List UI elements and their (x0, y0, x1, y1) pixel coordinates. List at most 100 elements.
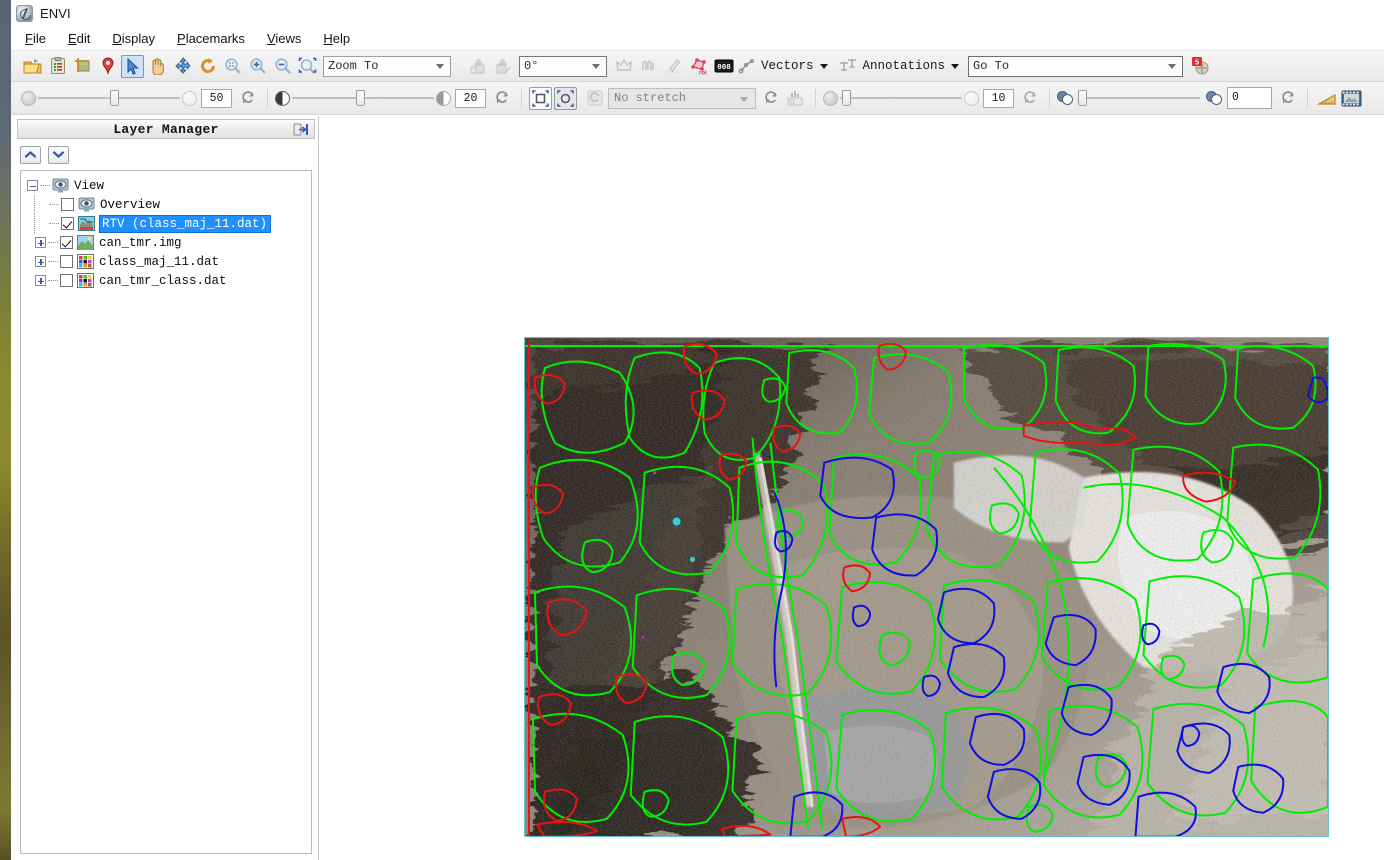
transparency-value[interactable]: 50 (201, 88, 232, 108)
move-layer-down-button[interactable] (48, 145, 69, 164)
layer-row-can-tmr-img[interactable]: can_tmr.img (21, 233, 311, 252)
select-cursor-icon[interactable] (121, 54, 144, 78)
svg-text:roi: roi (699, 71, 707, 76)
window-title: ENVI (40, 5, 71, 21)
reset-blend-icon[interactable] (1279, 89, 1297, 107)
dock-pin-icon[interactable] (293, 122, 309, 137)
transparency-slider[interactable] (38, 90, 180, 106)
expand-class-maj-11-icon[interactable] (35, 256, 46, 267)
stretch-on-extent-icon[interactable] (554, 86, 577, 110)
vectors-chevron-down-icon[interactable] (819, 63, 828, 69)
zoom-in-icon[interactable] (246, 55, 269, 78)
zoom-out-icon[interactable] (271, 55, 294, 78)
sharpen-slider-group[interactable]: 10 (823, 88, 1042, 108)
crown-annotation-icon[interactable] (612, 55, 635, 78)
layer-tree[interactable]: View Overview RTV (class_maj_11.dat) can… (20, 170, 312, 854)
menu-placemarks[interactable]: Placemarks (177, 29, 257, 48)
pencil-measure-icon[interactable] (662, 55, 685, 78)
sharpen-slider-thumb[interactable] (842, 90, 851, 106)
menu-help[interactable]: Help (323, 29, 362, 48)
histogram-icon[interactable] (783, 87, 806, 110)
brightness-slider-thumb[interactable] (356, 90, 365, 106)
previous-view-icon[interactable] (466, 55, 489, 78)
annotations-chevron-down-icon[interactable] (951, 63, 960, 69)
expand-can-tmr-class-icon[interactable] (35, 275, 46, 286)
stretch-type-value: No stretch (614, 91, 687, 105)
desktop-wallpaper-strip (0, 0, 11, 860)
layer-label-class-maj-11: class_maj_11.dat (99, 254, 220, 269)
sharpen-slider[interactable] (840, 90, 962, 106)
zoom-to-combo[interactable]: Zoom To (323, 55, 451, 77)
blend-slider-group[interactable]: 0 (1057, 87, 1300, 109)
vectors-menu-label[interactable]: Vectors (761, 59, 814, 73)
brightness-value[interactable]: 20 (455, 88, 486, 108)
refresh-stretch-icon[interactable] (762, 89, 780, 107)
reset-transparency-icon[interactable] (239, 89, 257, 107)
brightness-slider[interactable] (292, 90, 434, 106)
sharpen-value[interactable]: 10 (983, 88, 1014, 108)
fly-move-icon[interactable] (171, 55, 194, 78)
satellite-image-layer[interactable] (524, 337, 1329, 837)
next-view-icon[interactable] (491, 55, 514, 78)
layer-checkbox-class-maj-11[interactable] (60, 255, 73, 268)
annotations-menu-label[interactable]: Annotations (863, 59, 946, 73)
pan-hand-icon[interactable] (146, 55, 169, 78)
density-slice-icon[interactable]: 008 (712, 55, 735, 78)
go-to-combo[interactable]: Go To (968, 55, 1184, 77)
toolbar-separator (521, 88, 522, 108)
menu-edit[interactable]: Edit (68, 29, 102, 48)
open-file-icon[interactable] (21, 55, 44, 78)
svg-text:008: 008 (717, 64, 731, 72)
layer-checkbox-can-tmr-class[interactable] (60, 274, 73, 287)
placemark-pin-icon[interactable] (96, 55, 119, 78)
layer-checkbox-overview[interactable] (61, 198, 74, 211)
transparency-slider-thumb[interactable] (110, 90, 119, 106)
envi-main-window: ENVI File Edit Display Placemarks Views … (11, 0, 1384, 860)
roi-tool-icon[interactable]: roi (687, 55, 710, 78)
crop-image-icon[interactable] (71, 55, 94, 78)
reset-stretch-icon[interactable] (583, 87, 606, 110)
reset-sharpen-icon[interactable] (1021, 89, 1039, 107)
envi-extensions-icon[interactable]: 5 (1189, 55, 1212, 78)
main-toolbar: Zoom To 0° roi 008 Vectors Annotations G… (11, 51, 1384, 82)
menu-file[interactable]: File (25, 29, 58, 48)
reset-brightness-icon[interactable] (493, 89, 511, 107)
layer-row-view[interactable]: View (21, 176, 311, 195)
tree-connector (48, 242, 58, 243)
stretch-type-combo[interactable]: No stretch (608, 87, 756, 109)
blend-value[interactable]: 0 (1227, 87, 1272, 109)
tree-connector (48, 261, 58, 262)
expand-can-tmr-img-icon[interactable] (35, 237, 46, 248)
layer-row-rtv[interactable]: RTV (class_maj_11.dat) (21, 214, 311, 233)
clipboard-icon[interactable] (46, 55, 69, 78)
menu-display[interactable]: Display (112, 29, 167, 48)
menu-views[interactable]: Views (267, 29, 313, 48)
collapse-view-icon[interactable] (27, 180, 38, 191)
layer-checkbox-rtv[interactable] (61, 217, 74, 230)
envi-logo-icon (16, 4, 33, 22)
measurement-tool-icon[interactable] (1315, 87, 1338, 110)
layer-row-class-maj-11[interactable]: class_maj_11.dat (21, 252, 311, 271)
image-display-canvas[interactable] (320, 116, 1384, 860)
rotate-icon[interactable] (196, 55, 219, 78)
transparency-slider-group[interactable]: 50 (21, 88, 260, 108)
layer-row-can-tmr-class[interactable]: can_tmr_class.dat (21, 271, 311, 290)
brightness-slider-group[interactable]: 20 (275, 88, 514, 108)
tree-connector (40, 185, 50, 186)
chevron-down-icon (740, 96, 748, 102)
zoom-region-icon[interactable] (296, 55, 319, 78)
portal-icon[interactable] (1340, 87, 1363, 110)
move-layer-up-button[interactable] (20, 145, 41, 164)
spectral-profile-icon[interactable] (637, 55, 660, 78)
blend-slider-thumb[interactable] (1078, 90, 1087, 106)
layer-row-overview[interactable]: Overview (21, 195, 311, 214)
blend-icon (1057, 90, 1074, 106)
zoom-fit-icon[interactable] (221, 55, 244, 78)
satellite-raster (525, 338, 1328, 836)
blend-slider[interactable] (1078, 90, 1200, 106)
stretch-on-view-icon[interactable] (529, 86, 552, 110)
rotation-combo[interactable]: 0° (519, 55, 607, 77)
layer-checkbox-can-tmr-img[interactable] (60, 236, 73, 249)
chevron-down-icon (436, 64, 444, 69)
layer-manager-header: Layer Manager (17, 119, 315, 139)
